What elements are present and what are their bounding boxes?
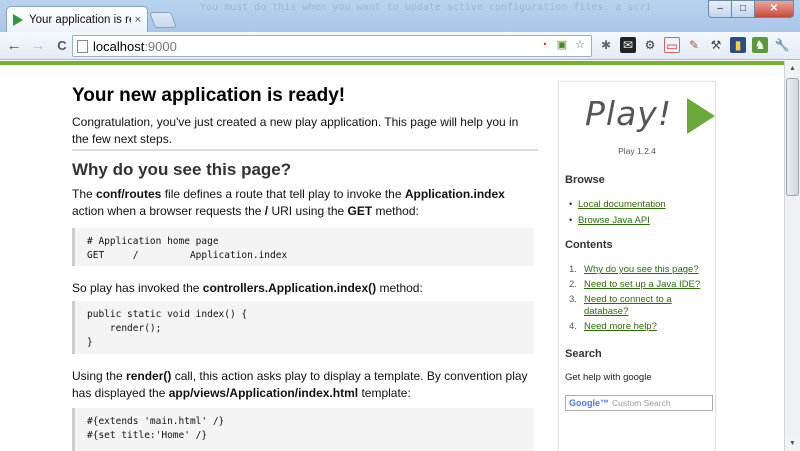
contents-heading: Contents	[565, 239, 613, 251]
browser-toolbar: ← → C localhost :9000 ◔ ▣ ☆ ✱ ✉ ⚙ ▭ ✎ ⚒ …	[0, 32, 800, 60]
google-logo: Google™	[569, 398, 609, 408]
timer-icon[interactable]: ◔	[537, 38, 551, 52]
play-triangle-icon	[687, 98, 715, 134]
tools-extension-icon[interactable]: ⚒	[708, 37, 724, 53]
play-logo: Play!	[585, 94, 673, 133]
minimize-button[interactable]: –	[708, 0, 732, 18]
reload-button[interactable]: C	[52, 36, 72, 56]
notes-extension-icon[interactable]: ✎	[686, 37, 702, 53]
contents-list: 1. Why do you see this page? 2. Need to se…	[569, 264, 713, 336]
puzzle-extension-icon[interactable]: ✱	[598, 37, 614, 53]
evernote-extension-icon[interactable]: ♞	[752, 37, 768, 53]
intro-text: Congratulation, you've just created a ne…	[72, 115, 519, 146]
contents-item-4[interactable]: 4. Need more help?	[569, 321, 713, 333]
search-help-text: Get help with google	[565, 372, 652, 383]
contents-item-2[interactable]: 2. Need to set up a Java IDE?	[569, 279, 713, 291]
back-button[interactable]: ←	[4, 36, 24, 56]
google-search-input[interactable]: Google™ Custom Search	[565, 395, 713, 411]
forward-button[interactable]: →	[28, 36, 48, 56]
section-title: Why do you see this page?	[72, 160, 292, 179]
play-favicon-icon	[13, 13, 23, 26]
contents-item-1[interactable]: 1. Why do you see this page?	[569, 264, 713, 276]
tab-close-icon[interactable]: ×	[135, 14, 141, 26]
window-titlebar: You must do this when you want to update…	[0, 0, 800, 32]
bookmark-star-icon[interactable]: ☆	[573, 38, 587, 52]
scroll-up-icon[interactable]: ▲	[785, 61, 800, 76]
page-viewport: Your new application is ready! Congratul…	[0, 61, 784, 451]
close-window-button[interactable]: ✕	[754, 0, 794, 18]
page-icon	[77, 39, 88, 53]
controller-paragraph: So play has invoked the controllers.Appl…	[72, 281, 423, 295]
browse-heading: Browse	[565, 174, 605, 186]
settings-extension-icon[interactable]: ⚙	[642, 37, 658, 53]
page-action-icon[interactable]: ▣	[555, 38, 569, 52]
stats-extension-icon[interactable]: ▮	[730, 37, 746, 53]
search-heading: Search	[565, 348, 602, 360]
browser-tab[interactable]: Your application is ready ×	[6, 6, 148, 32]
mail-extension-icon[interactable]: ✉	[620, 37, 636, 53]
vertical-scrollbar[interactable]: ▲ ▼	[784, 61, 800, 451]
browse-links: Local documentation Browse Java API	[569, 198, 713, 230]
wrench-menu-icon[interactable]: 🔧	[774, 37, 790, 53]
link-browse-java-api[interactable]: Browse Java API	[569, 214, 713, 228]
link-local-documentation[interactable]: Local documentation	[569, 198, 713, 212]
routes-code-block: # Application home page GET / Applicatio…	[72, 228, 534, 266]
scrollbar-thumb[interactable]	[786, 78, 799, 196]
section-divider	[72, 149, 538, 151]
search-placeholder: Custom Search	[612, 398, 671, 408]
extension-icons: ✱ ✉ ⚙ ▭ ✎ ⚒ ▮ ♞ 🔧	[598, 37, 790, 53]
controller-code-block: public static void index() { render(); }	[72, 301, 534, 354]
template-code-block: #{extends 'main.html' /} #{set title:'Ho…	[72, 408, 534, 451]
omnibox-icons: ◔ ▣ ☆	[537, 38, 587, 52]
template-paragraph: Using the render() call, this action ask…	[72, 369, 528, 400]
new-tab-button[interactable]	[149, 12, 177, 28]
page-title: Your new application is ready!	[72, 85, 346, 106]
contents-item-3[interactable]: 3. Need to connect to a database?	[569, 294, 713, 318]
url-port: :9000	[144, 38, 177, 54]
window-extension-icon[interactable]: ▭	[664, 37, 680, 53]
version-label: Play 1.2.4	[618, 146, 656, 156]
url-host: localhost	[93, 38, 145, 54]
titlebar-background-text: You must do this when you want to update…	[200, 2, 650, 13]
scroll-down-icon[interactable]: ▼	[785, 436, 800, 451]
tab-title: Your application is ready	[29, 13, 131, 26]
window-controls: – □ ✕	[708, 0, 794, 18]
routes-paragraph: The conf/routes file defines a route tha…	[72, 187, 505, 218]
maximize-button[interactable]: □	[731, 0, 755, 18]
address-bar[interactable]: localhost :9000 ◔ ▣ ☆	[72, 35, 592, 57]
sidebar: Play! Play 1.2.4 Browse Local documentat…	[558, 81, 716, 451]
